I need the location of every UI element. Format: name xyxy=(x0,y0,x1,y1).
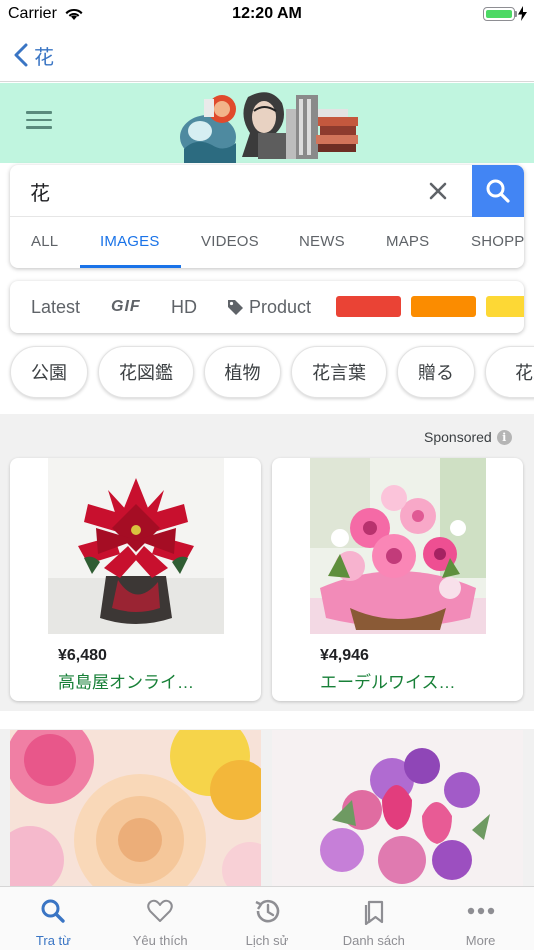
filter-product[interactable]: Product xyxy=(249,297,311,318)
battery-icon xyxy=(483,7,515,21)
tab-bar-label: Danh sách xyxy=(342,933,405,948)
search-input[interactable] xyxy=(30,175,410,207)
tab-bar-more[interactable]: More xyxy=(427,887,534,950)
tab-bar-history[interactable]: Lịch sử xyxy=(214,887,321,950)
tulip-bouquet-image[interactable] xyxy=(272,730,523,890)
tab-bar-label: More xyxy=(465,933,496,948)
heart-icon xyxy=(147,899,173,922)
sponsored-label: Sponsored i xyxy=(424,429,512,445)
ad-price: ¥6,480 xyxy=(58,647,107,664)
color-swatch-yellow[interactable] xyxy=(486,296,524,317)
chip-flower-guide[interactable]: 花図鑑 xyxy=(98,346,194,398)
info-icon[interactable]: i xyxy=(496,429,512,445)
color-swatch-orange[interactable] xyxy=(411,296,476,317)
more-icon xyxy=(467,907,494,915)
history-icon xyxy=(255,899,280,923)
shopping-ad-card[interactable]: ¥4,946 エーデルワイス… xyxy=(272,458,523,701)
tab-images[interactable]: IMAGES xyxy=(100,233,160,250)
image-filter-bar: Latest GIF HD Product xyxy=(10,281,524,333)
color-swatch-red[interactable] xyxy=(336,296,401,317)
related-search-chips: 公園 花図鑑 植物 花言葉 贈る 花束 xyxy=(0,346,534,400)
image-results: Sponsored i ¥6,480 高島屋オンライ… ¥4,946 エーデルワ… xyxy=(0,414,534,890)
charging-icon xyxy=(518,6,527,21)
ad-store-link[interactable]: 高島屋オンライ… xyxy=(58,668,194,693)
search-header xyxy=(0,83,534,163)
tab-maps[interactable]: MAPS xyxy=(386,233,429,250)
active-tab-indicator xyxy=(80,265,181,268)
results-divider xyxy=(0,711,534,729)
sponsored-text: Sponsored xyxy=(424,429,492,445)
filter-hd[interactable]: HD xyxy=(171,297,197,318)
tab-bar-label: Lịch sử xyxy=(245,933,289,948)
tab-videos[interactable]: VIDEOS xyxy=(201,233,259,250)
navigation-bar: 花 xyxy=(0,28,534,82)
status-bar: Carrier 12:20 AM xyxy=(0,0,534,28)
chip-flower-language[interactable]: 花言葉 xyxy=(291,346,387,398)
filter-gif[interactable]: GIF xyxy=(111,298,141,316)
ad-store-link[interactable]: エーデルワイス… xyxy=(320,668,456,693)
flower-basket-image xyxy=(310,458,486,634)
back-title: 花 xyxy=(34,46,54,69)
poinsettia-image xyxy=(48,458,224,634)
tab-bar-label: Tra từ xyxy=(35,933,71,948)
back-button[interactable]: 花 xyxy=(14,40,54,70)
tag-icon xyxy=(228,300,243,315)
tab-bar-search[interactable]: Tra từ xyxy=(0,887,107,950)
search-card: ALL IMAGES VIDEOS NEWS MAPS SHOPPING xyxy=(10,165,524,268)
hamburger-menu-icon[interactable] xyxy=(26,111,52,131)
chevron-left-icon xyxy=(14,43,28,67)
tab-shopping[interactable]: SHOPPING xyxy=(471,233,524,250)
clock: 12:20 AM xyxy=(232,5,302,22)
search-icon xyxy=(486,179,510,203)
tab-all[interactable]: ALL xyxy=(31,233,58,250)
tab-bar-lists[interactable]: Danh sách xyxy=(320,887,427,950)
chip-bouquet[interactable]: 花束 xyxy=(485,346,534,398)
bookmarks-icon xyxy=(364,900,383,925)
chip-gift[interactable]: 贈る xyxy=(397,346,475,398)
search-button[interactable] xyxy=(472,165,524,217)
search-icon xyxy=(41,899,66,923)
search-tabs: ALL IMAGES VIDEOS NEWS MAPS SHOPPING xyxy=(10,217,524,268)
app-screen: Carrier 12:20 AM 花 花 ALL IMAGES VIDEOS N… xyxy=(0,0,534,950)
tab-bar-label: Yêu thích xyxy=(132,933,188,948)
ad-price: ¥4,946 xyxy=(320,647,369,664)
bottom-tab-bar: Tra từ Yêu thích Lịch sử Danh sách More xyxy=(0,886,534,950)
battery-level xyxy=(485,9,512,18)
tab-bar-favorites[interactable]: Yêu thích xyxy=(107,887,214,950)
chip-plants[interactable]: 植物 xyxy=(204,346,281,398)
search-row xyxy=(10,165,524,217)
ranunculus-image[interactable] xyxy=(10,730,261,890)
shopping-ad-card[interactable]: ¥6,480 高島屋オンライ… xyxy=(10,458,261,701)
filter-latest[interactable]: Latest xyxy=(31,297,80,318)
google-doodle-logo[interactable] xyxy=(178,87,362,163)
tab-news[interactable]: NEWS xyxy=(299,233,345,250)
chip-park[interactable]: 公園 xyxy=(10,346,88,398)
battery-cap xyxy=(515,11,517,17)
close-icon[interactable] xyxy=(426,179,450,203)
